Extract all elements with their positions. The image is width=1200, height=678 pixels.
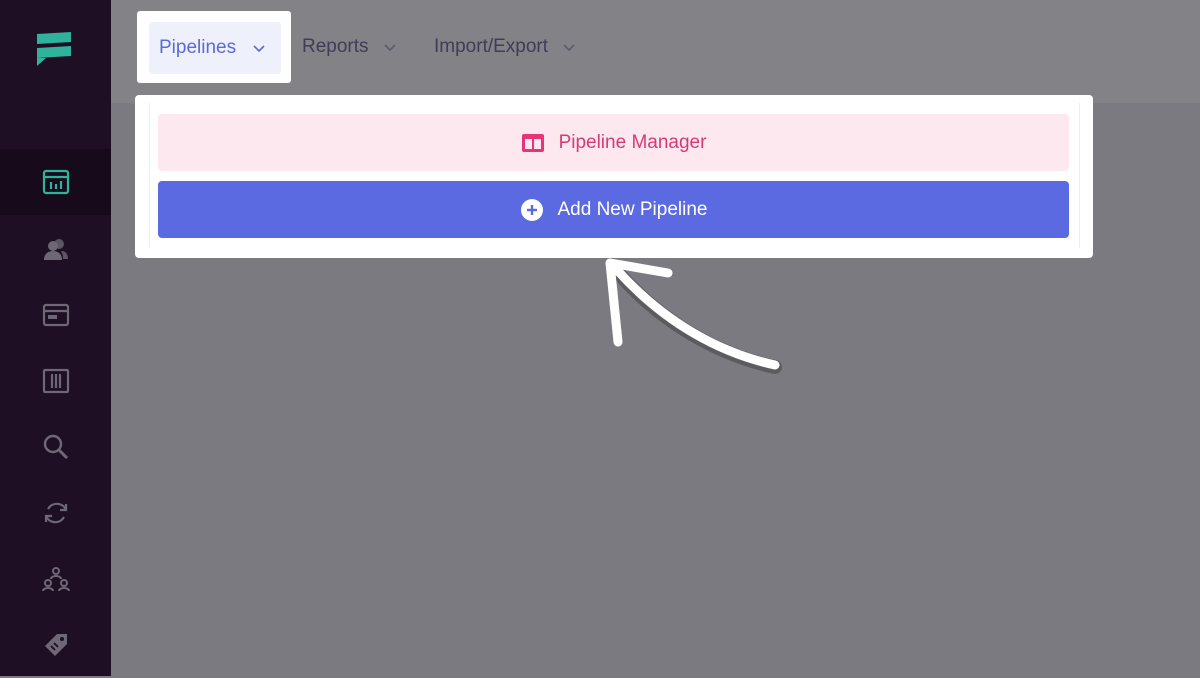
dashboard-icon xyxy=(42,169,69,195)
tab-reports[interactable]: Reports xyxy=(302,36,397,58)
add-new-pipeline-label: Add New Pipeline xyxy=(557,198,708,220)
sidebar-item-dashboard[interactable] xyxy=(0,149,111,215)
contacts-icon xyxy=(43,239,68,260)
columns-icon xyxy=(42,368,69,394)
sidebar xyxy=(0,0,111,676)
pipeline-manager-button[interactable]: Pipeline Manager xyxy=(158,114,1069,171)
sidebar-item-contacts[interactable] xyxy=(0,216,111,282)
chevron-down-icon xyxy=(253,45,265,53)
sidebar-item-search[interactable] xyxy=(0,414,111,480)
search-icon xyxy=(43,434,68,460)
app-logo[interactable] xyxy=(34,30,74,70)
tab-reports-label: Reports xyxy=(302,36,369,57)
sidebar-item-window[interactable] xyxy=(0,282,111,348)
window-icon xyxy=(42,303,69,327)
tab-import-export[interactable]: Import/Export xyxy=(434,36,576,58)
tab-import-export-label: Import/Export xyxy=(434,36,549,57)
chevron-down-icon xyxy=(563,44,575,52)
plus-circle-icon xyxy=(520,198,543,221)
tab-pipelines[interactable]: Pipelines xyxy=(149,22,281,74)
pipeline-manager-label: Pipeline Manager xyxy=(558,131,707,153)
annotation-arrow xyxy=(605,258,782,374)
chevron-down-icon xyxy=(383,44,396,52)
tag-icon xyxy=(44,634,67,656)
team-icon xyxy=(41,567,70,592)
sidebar-item-tags[interactable] xyxy=(0,612,111,678)
sidebar-item-columns[interactable] xyxy=(0,348,111,414)
tab-pipelines-label: Pipelines xyxy=(159,37,237,58)
add-new-pipeline-button[interactable]: Add New Pipeline xyxy=(158,181,1069,238)
sidebar-item-sync[interactable] xyxy=(0,480,111,546)
sidebar-item-team[interactable] xyxy=(0,546,111,612)
columns-layout-icon xyxy=(521,133,544,152)
sync-icon xyxy=(44,502,67,524)
